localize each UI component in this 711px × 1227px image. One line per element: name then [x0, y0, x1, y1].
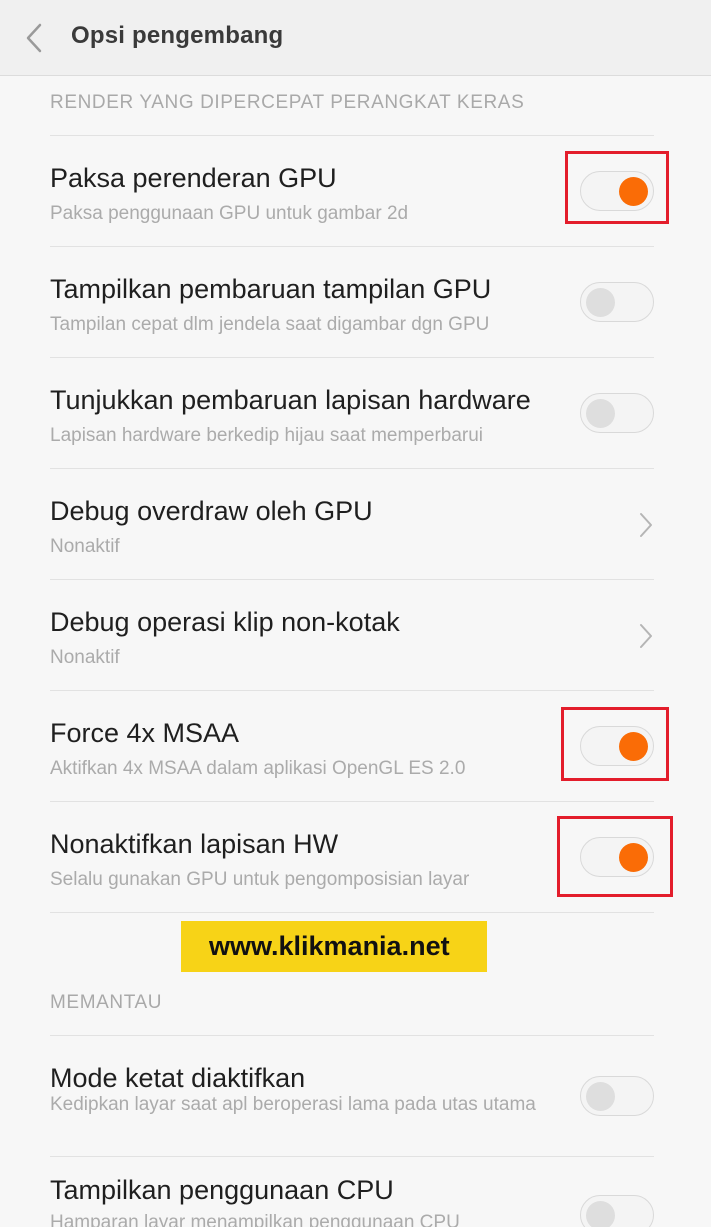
list-item-title: Paksa perenderan GPU	[50, 163, 337, 193]
list-item-subtitle: Nonaktif	[50, 647, 120, 668]
toggle-knob	[586, 288, 615, 317]
list-item-show-hw-layer-updates[interactable]: Tunjukkan pembaruan lapisan hardware Lap…	[0, 358, 711, 468]
page-title: Opsi pengembang	[71, 22, 284, 49]
list-item-title: Tampilkan penggunaan CPU	[50, 1175, 394, 1205]
highlight-box	[557, 816, 673, 897]
chevron-right-icon	[640, 513, 652, 537]
watermark-banner: www.klikmania.net	[181, 921, 487, 972]
list-item-subtitle: Kedipkan layar saat apl beroperasi lama …	[50, 1094, 536, 1115]
list-item-subtitle: Nonaktif	[50, 536, 120, 557]
list-item-subtitle: Paksa penggunaan GPU untuk gambar 2d	[50, 203, 409, 224]
list-item-title: Mode ketat diaktifkan	[50, 1063, 306, 1093]
list-item-subtitle: Hamparan layar menampilkan penggunaan CP…	[50, 1212, 460, 1227]
chevron-left-icon	[26, 23, 42, 53]
list-item-strict-mode[interactable]: Mode ketat diaktifkan Kedipkan layar saa…	[0, 1036, 711, 1156]
list-item-title: Nonaktifkan lapisan HW	[50, 829, 339, 859]
divider	[50, 912, 654, 913]
toggle-switch-off[interactable]	[580, 1195, 654, 1227]
list-item-subtitle: Aktifkan 4x MSAA dalam aplikasi OpenGL E…	[50, 758, 466, 779]
list-item-title: Force 4x MSAA	[50, 718, 240, 748]
app-bar: Opsi pengembang	[0, 0, 711, 76]
section-header-hardware-render: RENDER YANG DIPERCEPAT PERANGKAT KERAS	[50, 92, 525, 113]
list-item-title: Tampilkan pembaruan tampilan GPU	[50, 274, 492, 304]
toggle-switch-off[interactable]	[580, 393, 654, 433]
chevron-right-icon	[640, 624, 652, 648]
list-item-debug-non-rect-clip[interactable]: Debug operasi klip non-kotak Nonaktif	[0, 580, 711, 690]
watermark-text: www.klikmania.net	[209, 931, 450, 961]
list-item-title: Debug operasi klip non-kotak	[50, 607, 400, 637]
toggle-knob	[586, 1201, 615, 1227]
list-item-show-gpu-view-updates[interactable]: Tampilkan pembaruan tampilan GPU Tampila…	[0, 247, 711, 357]
list-item-title: Debug overdraw oleh GPU	[50, 496, 373, 526]
highlight-box	[561, 707, 669, 781]
list-item-subtitle: Tampilan cepat dlm jendela saat digambar…	[50, 314, 490, 335]
toggle-knob	[586, 1082, 615, 1111]
toggle-switch-off[interactable]	[580, 1076, 654, 1116]
list-item-show-cpu-usage[interactable]: Tampilkan penggunaan CPU Hamparan layar …	[0, 1157, 711, 1227]
section-header-monitoring: MEMANTAU	[50, 992, 163, 1013]
list-item-subtitle: Selalu gunakan GPU untuk pengomposisian …	[50, 869, 470, 890]
list-item-subtitle: Lapisan hardware berkedip hijau saat mem…	[50, 425, 484, 446]
toggle-knob	[586, 399, 615, 428]
list-item-title: Tunjukkan pembaruan lapisan hardware	[50, 385, 531, 415]
highlight-box	[565, 151, 669, 224]
back-button[interactable]	[16, 18, 52, 58]
list-item-debug-gpu-overdraw[interactable]: Debug overdraw oleh GPU Nonaktif	[0, 469, 711, 579]
toggle-switch-off[interactable]	[580, 282, 654, 322]
